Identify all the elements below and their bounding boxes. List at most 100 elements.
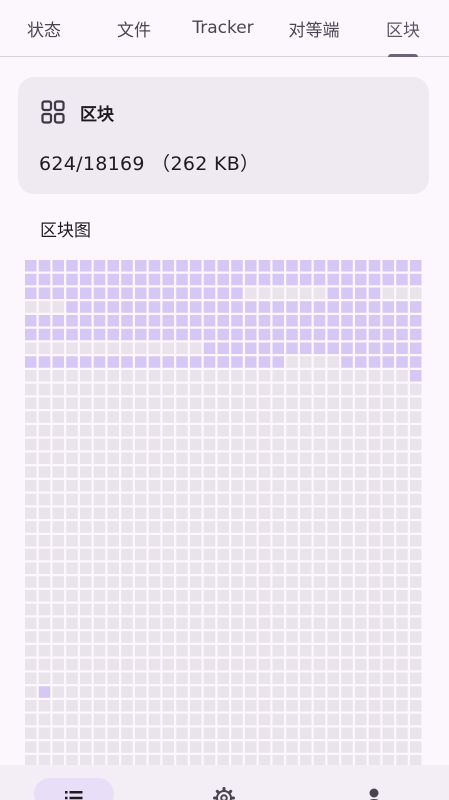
piece-missing [38,370,51,382]
piece-have [135,301,147,313]
piece-missing [176,466,188,478]
piece-missing [245,493,257,506]
piece-missing [217,480,229,492]
pieces-count: 624/18169 （262 KB） [39,153,260,175]
piece-missing [382,617,394,629]
piece-have [368,342,381,354]
piece-missing [162,521,174,533]
tab-files[interactable]: 文件 [114,0,154,56]
piece-missing [66,383,78,396]
piece-missing [396,535,408,547]
piece-missing [38,342,51,354]
piece-have [66,356,78,368]
piece-missing [52,383,64,396]
piece-missing [245,397,257,409]
piece-missing [258,686,271,698]
piece-missing [66,411,78,423]
piece-missing [396,521,408,533]
piece-missing [355,590,367,602]
nav-profile[interactable] [334,778,414,800]
piece-missing [382,521,394,533]
piece-missing [203,438,216,451]
piece-missing [25,301,37,313]
piece-missing [25,397,37,409]
piece-have [341,287,353,299]
piece-missing [203,521,216,533]
piece-missing [272,645,284,657]
piece-missing [410,535,422,547]
piece-missing [66,713,78,726]
piece-missing [107,535,119,547]
piece-missing [148,741,161,753]
piece-missing [355,466,367,478]
nav-list[interactable] [34,778,114,800]
piece-have [341,315,353,327]
piece-missing [231,562,243,574]
piece-missing [176,548,188,561]
piece-missing [272,287,284,299]
piece-missing [313,590,326,602]
tab-peers[interactable]: 对等端 [285,0,343,56]
piece-missing [245,562,257,574]
piece-have [148,273,161,286]
piece-missing [176,603,188,616]
tab-tracker[interactable]: Tracker [190,0,256,56]
app-root: 状态 文件 Tracker 对等端 区块 区块 624/18169 （262 K… [0,0,449,800]
piece-missing [52,727,64,739]
piece-have [382,342,394,354]
piece-missing [148,672,161,684]
piece-missing [66,603,78,616]
piece-missing [355,658,367,671]
piece-missing [396,397,408,409]
piece-missing [286,383,298,396]
piece-missing [368,658,381,671]
piece-missing [190,741,202,753]
piece-have [258,273,271,286]
piece-missing [162,452,174,464]
piece-missing [190,672,202,684]
piece-have [93,328,106,341]
piece-missing [217,603,229,616]
piece-missing [176,658,188,671]
piece-have [355,356,367,368]
piece-missing [272,713,284,726]
piece-missing [217,700,229,712]
piece-missing [52,452,64,464]
piece-have [66,315,78,327]
piece-missing [327,727,339,739]
piece-missing [148,383,161,396]
piece-have [217,356,229,368]
piece-missing [286,370,298,382]
piece-missing [203,493,216,506]
piece-missing [300,645,312,657]
tab-status[interactable]: 状态 [23,0,65,56]
piece-missing [66,658,78,671]
piece-missing [38,438,51,451]
piece-missing [93,493,106,506]
piece-missing [121,713,133,726]
piece-missing [382,686,394,698]
piece-have [148,287,161,299]
piece-missing [135,658,147,671]
piece-missing [162,755,174,765]
piece-missing [135,425,147,437]
piece-missing [341,562,353,574]
card-title: 区块 [80,104,114,125]
piece-missing [355,645,367,657]
piece-have [286,273,298,286]
piece-missing [148,713,161,726]
piece-missing [107,631,119,643]
piece-missing [190,686,202,698]
nav-settings[interactable] [184,778,264,800]
piece-missing [341,576,353,588]
piece-missing [25,631,37,643]
piece-missing [313,713,326,726]
piece-missing [176,700,188,712]
piece-missing [410,576,422,588]
piece-missing [176,672,188,684]
piece-missing [66,700,78,712]
piece-missing [38,645,51,657]
tab-pieces[interactable]: 区块 [382,0,424,57]
piece-missing [162,397,174,409]
piece-have [80,287,92,299]
